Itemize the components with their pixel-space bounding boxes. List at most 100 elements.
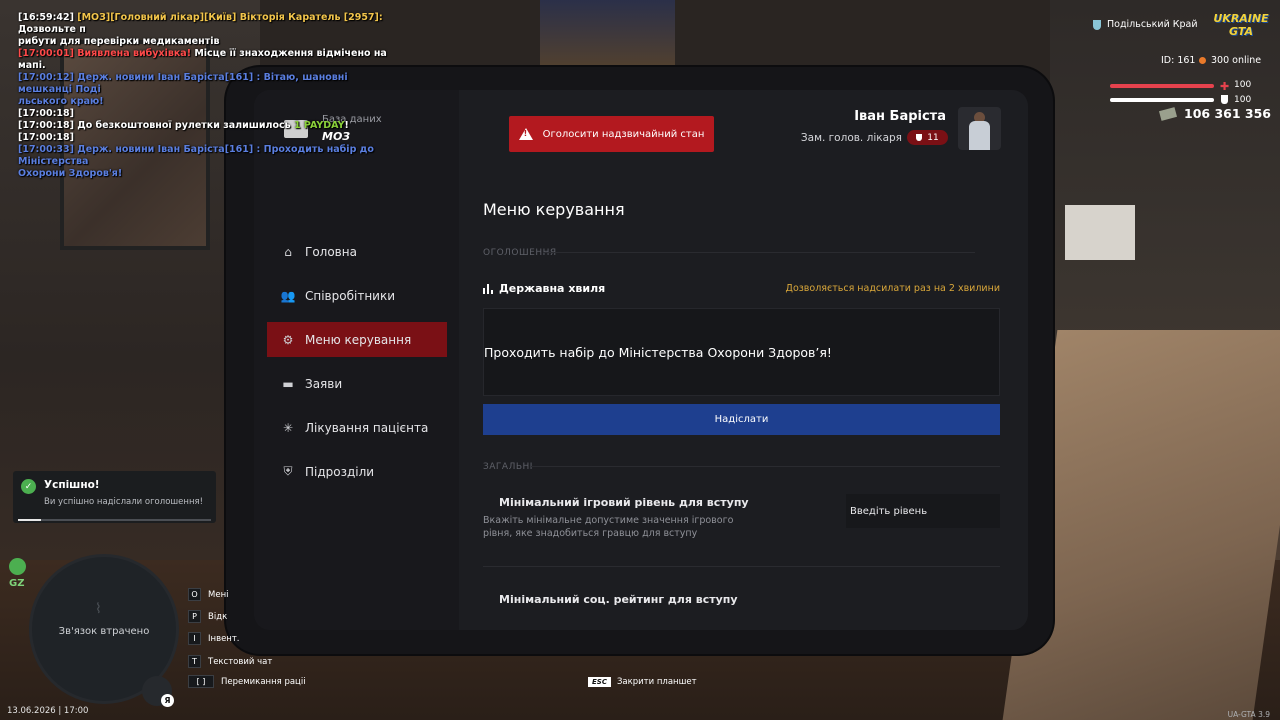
armor-bar (1110, 98, 1214, 102)
chat-segment: [16:59:42] (18, 12, 78, 23)
chat-segment: [17:00:12] Держ. новини Іван Баріста[161… (18, 72, 348, 95)
sidebar-item-1[interactable]: ⌂ Головна (267, 234, 447, 269)
sidebar-item-3[interactable]: ⚙ Меню керування (267, 322, 447, 357)
rank-shield-icon (916, 134, 923, 141)
money-display: 106 361 356 (1158, 106, 1271, 121)
main-panel: Меню керування ОГОЛОШЕННЯ Державна хвиля… (459, 90, 1028, 630)
green-zone-icon (9, 558, 26, 575)
hotkey-row: O Мені (188, 588, 228, 601)
background-plant-pot (1065, 205, 1135, 260)
hotkey-label: Мені (208, 589, 229, 600)
sidebar-item-4[interactable]: ▬ Заяви (267, 366, 447, 401)
chat-line: Охорони Здоров'я! (18, 168, 398, 180)
send-button[interactable]: Надіслати (483, 404, 1000, 435)
state-wave-title: Державна хвиля (499, 282, 606, 295)
toast-progress (18, 519, 211, 521)
rank-value: 11 (927, 132, 939, 143)
close-tablet-label: Закрити планшет (616, 677, 697, 687)
chat-line: рибути для перевірки медикаментів (18, 36, 398, 48)
min-level-title: Мінімальний ігровий рівень для вступу (499, 496, 749, 509)
sidebar-item-label: Співробітники (305, 288, 396, 303)
chat-line: [17:00:18] До безкоштовної рулетки залиш… (18, 120, 398, 132)
divider (543, 252, 975, 253)
chat-segment: [17:00:33] Держ. новини Іван Баріста[161… (18, 144, 374, 167)
health-value: 100 (1234, 80, 1252, 90)
online-dot-icon (1199, 57, 1206, 64)
armor-icon (1221, 95, 1228, 104)
divider (531, 466, 1000, 467)
chat-segment: [17:00:18] До безкоштовної рулетки залиш… (18, 120, 294, 131)
chat-line: [16:59:42] [МОЗ][Головний лікар][Київ] В… (18, 12, 398, 36)
online-text: 300 online (1211, 55, 1262, 66)
chat-segment: льського краю! (18, 96, 104, 107)
chat-line: [17:00:18] (18, 108, 398, 120)
success-toast: ✓ Успішно! Ви успішно надіслали оголошен… (13, 471, 216, 523)
hotkey-label: Інвент. (208, 633, 240, 644)
user-role: Зам. голов. лікаря (800, 132, 902, 144)
armor-value: 100 (1234, 95, 1252, 105)
spark-icon: ✳ (282, 420, 294, 435)
close-tablet-hint[interactable]: ESC Закрити планшет (588, 677, 697, 687)
divider (483, 566, 1000, 567)
chat-segment: 1 PAYDAY (293, 120, 345, 131)
money-value: 106 361 356 (1184, 106, 1271, 121)
page-title: Меню керування (483, 200, 625, 219)
chat-segment: [17:00:01] Виявлена вибухівка! (18, 48, 192, 59)
user-name: Іван Баріста (854, 109, 946, 124)
datetime: 13.06.2026 | 17:00 (7, 706, 89, 716)
health-icon: ✚ (1220, 80, 1230, 93)
chat-segment: [МОЗ][Головний лікар][Київ] Вікторія Кар… (77, 12, 383, 23)
sidebar-item-label: Підрозділи (305, 464, 375, 479)
game-logo: UKRAINE GTA (1213, 12, 1269, 38)
users-icon: 👥 (280, 288, 296, 303)
sidebar-item-6[interactable]: ⛨ Підрозділи (267, 454, 447, 489)
emergency-label: Оголосити надзвичайний стан (542, 128, 705, 140)
health-bar (1110, 84, 1214, 88)
avatar (958, 107, 1001, 150)
sidebar-item-5[interactable]: ✳ Лікування пацієнта (267, 410, 447, 445)
hotkey-key: T (188, 655, 201, 668)
esc-key: ESC (588, 677, 611, 687)
avatar-body (969, 121, 990, 150)
chat-segment: рибути для перевірки медикаментів (18, 36, 220, 47)
hotkey-row: P Відк (188, 610, 227, 623)
general-label: ЗАГАЛЬНІ (483, 462, 533, 472)
player-id: ID: 161 (1161, 55, 1196, 66)
region-indicator: Подільський Край (1093, 19, 1198, 30)
hotkey-key: [ ] (188, 675, 214, 688)
emergency-button[interactable]: Оголосити надзвичайний стан (509, 116, 714, 152)
background-window (540, 0, 675, 70)
chat-segment: Охорони Здоров'я! (18, 168, 123, 179)
hotkey-key: O (188, 588, 201, 601)
sidebar-item-label: Головна (305, 244, 357, 259)
folder-icon: ▬ (282, 376, 294, 391)
region-name: Подільський Край (1107, 19, 1198, 30)
rank-badge: 11 (907, 130, 948, 145)
chat-segment: ! (344, 120, 349, 131)
version-label: UA-GTA 3.9 (1227, 710, 1270, 719)
state-wave-label: Державна хвиля (483, 282, 605, 295)
min-level-description: Вкажіть мінімальне допустиме значення іг… (483, 515, 734, 539)
toast-progress-fill (18, 519, 42, 521)
hotkey-label: Текстовий чат (208, 656, 273, 667)
sidebar-item-2[interactable]: 👥 Співробітники (267, 278, 447, 313)
min-rating-title: Мінімальний соц. рейтинг для вступу (499, 593, 738, 606)
min-level-input[interactable] (846, 494, 1000, 528)
cash-icon (1158, 106, 1178, 121)
chat-line: льського краю! (18, 96, 398, 108)
bar-chart-icon (483, 283, 493, 294)
hotkey-key: I (188, 632, 201, 645)
toast-text: Ви успішно надіслали оголошення! (44, 497, 204, 507)
announcement-textarea[interactable]: Проходить набір до Міністерства Охорони … (483, 308, 1000, 396)
hotkey-row: I Інвент. (188, 632, 240, 645)
sidebar-item-label: Меню керування (305, 332, 412, 347)
check-icon: ✓ (21, 479, 36, 494)
sidebar-item-label: Заяви (305, 376, 343, 391)
home-icon: ⌂ (284, 244, 292, 259)
connection-lost-text: Зв'язок втрачено (58, 626, 150, 637)
hotkey-label: Перемикання раціі (221, 676, 306, 687)
chat-segment: [17:00:18] (18, 132, 74, 143)
online-count: 300 online (1199, 55, 1261, 66)
chat-line: [17:00:01] Виявлена вибухівка! Місце її … (18, 48, 398, 72)
wave-hint: Дозволяється надсилати раз на 2 хвилини (785, 283, 1000, 294)
